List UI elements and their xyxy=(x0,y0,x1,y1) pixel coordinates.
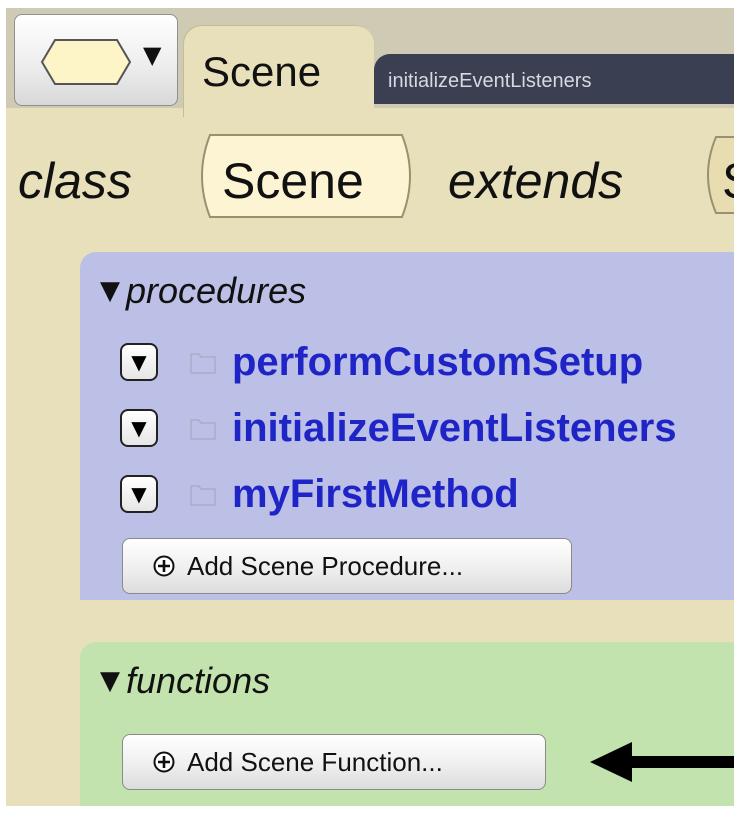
tab-method-label: initializeEventListeners xyxy=(388,70,592,92)
procedure-name[interactable]: myFirstMethod xyxy=(232,472,519,517)
class-keyword: class xyxy=(18,153,132,209)
class-header: class Scene extends SThing xyxy=(18,134,734,218)
procedure-row: ▼ initializeEventListeners xyxy=(120,402,677,454)
folder-icon xyxy=(190,485,216,506)
procedures-title: procedures xyxy=(126,270,307,311)
tab-scene[interactable]: Scene xyxy=(184,26,374,118)
expand-procedure-button[interactable]: ▼ xyxy=(120,409,158,447)
dropdown-arrow-icon: ▼ xyxy=(143,41,162,69)
add-scene-function-label: Add Scene Function... xyxy=(187,746,443,777)
tab-scene-label: Scene xyxy=(202,48,322,95)
collapse-triangle-icon: ▼ xyxy=(100,666,120,696)
type-selector-button[interactable]: ▼ xyxy=(14,14,178,106)
hexagon-icon xyxy=(41,39,131,85)
expand-procedure-button[interactable]: ▼ xyxy=(120,475,158,513)
functions-header[interactable]: ▼ functions xyxy=(100,660,270,702)
class-name-pill[interactable]: Scene xyxy=(192,134,420,218)
plus-circle-icon xyxy=(153,555,175,577)
superclass-name: SThing xyxy=(722,152,734,210)
expand-procedure-button[interactable]: ▼ xyxy=(120,343,158,381)
collapse-triangle-icon: ▼ xyxy=(100,276,120,306)
procedure-name[interactable]: performCustomSetup xyxy=(232,340,643,385)
functions-title: functions xyxy=(126,660,271,701)
class-name: Scene xyxy=(222,153,364,209)
procedures-header[interactable]: ▼ procedures xyxy=(100,270,306,312)
code-editor-frame: ▼ Scene initializeEventListeners class S… xyxy=(6,8,734,806)
folder-icon xyxy=(190,353,216,374)
add-scene-function-button[interactable]: Add Scene Function... xyxy=(122,734,546,790)
plus-circle-icon xyxy=(153,751,175,773)
procedure-name[interactable]: initializeEventListeners xyxy=(232,406,677,451)
folder-icon xyxy=(190,419,216,440)
procedure-row: ▼ performCustomSetup xyxy=(120,336,643,388)
add-scene-procedure-label: Add Scene Procedure... xyxy=(187,550,464,581)
extends-keyword: extends xyxy=(448,153,624,209)
superclass-pill[interactable]: SThing xyxy=(698,136,734,214)
tab-method[interactable]: initializeEventListeners xyxy=(374,54,734,104)
procedure-row: ▼ myFirstMethod xyxy=(120,468,519,520)
add-scene-procedure-button[interactable]: Add Scene Procedure... xyxy=(122,538,572,594)
pointer-arrow-icon xyxy=(590,742,734,782)
procedures-section: ▼ procedures ▼ performCustomSetup ▼ init… xyxy=(80,252,734,600)
